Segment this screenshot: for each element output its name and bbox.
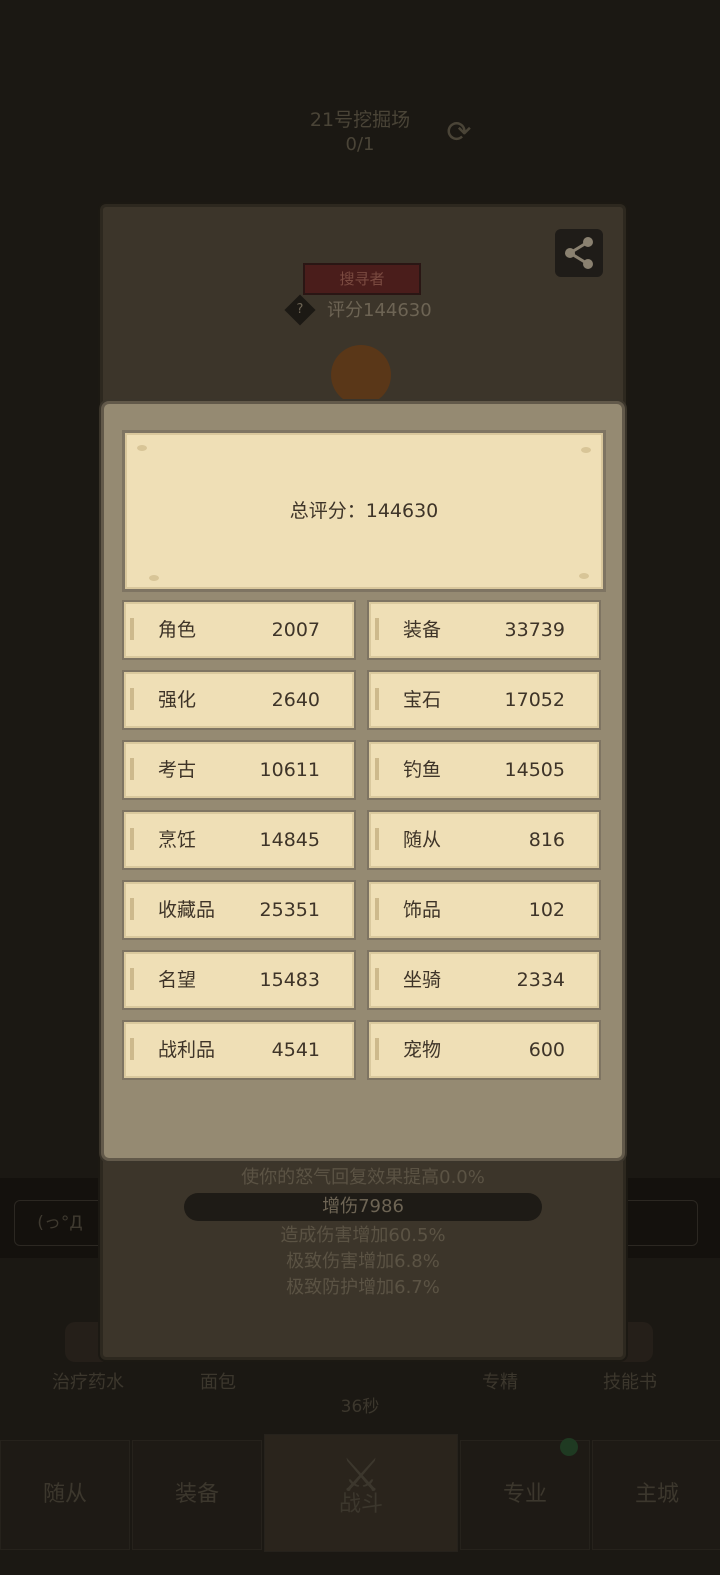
category-value: 816 bbox=[528, 829, 565, 851]
card-notch bbox=[375, 1038, 379, 1060]
category-value: 2640 bbox=[271, 689, 320, 711]
dig-site-progress: 0/1 bbox=[345, 134, 375, 155]
category-name: 宝石 bbox=[403, 689, 442, 711]
category-card: 角色 2007 bbox=[122, 600, 356, 660]
category-value: 14845 bbox=[259, 829, 320, 851]
card-notch bbox=[375, 828, 379, 850]
card-notch bbox=[130, 758, 134, 780]
category-card: 宠物 600 bbox=[367, 1020, 601, 1080]
category-name: 装备 bbox=[403, 619, 442, 641]
card-notch bbox=[130, 1038, 134, 1060]
category-name: 烹饪 bbox=[158, 829, 197, 851]
category-card: 考古 10611 bbox=[122, 740, 356, 800]
category-value: 33739 bbox=[504, 619, 565, 641]
card-notch bbox=[375, 688, 379, 710]
category-value: 600 bbox=[528, 1039, 565, 1061]
card-notch bbox=[130, 898, 134, 920]
category-name: 坐骑 bbox=[403, 969, 442, 991]
bonus-list: 使你的怒气回复效果提高0.0% 增伤7986 造成伤害增加60.5% 极致伤害增… bbox=[103, 1165, 623, 1301]
category-name: 饰品 bbox=[403, 899, 442, 921]
category-value: 4541 bbox=[271, 1039, 320, 1061]
tab-main-city[interactable]: 主城 bbox=[592, 1440, 720, 1550]
card-notch bbox=[375, 898, 379, 920]
category-card: 坐骑 2334 bbox=[367, 950, 601, 1010]
category-card: 钓鱼 14505 bbox=[367, 740, 601, 800]
category-value: 17052 bbox=[504, 689, 565, 711]
crossed-swords-icon: ⚔ bbox=[340, 1448, 382, 1502]
category-card: 收藏品 25351 bbox=[122, 880, 356, 940]
category-name: 收藏品 bbox=[158, 899, 216, 921]
consumable-label: 技能书 bbox=[603, 1372, 657, 1393]
category-name: 考古 bbox=[158, 759, 197, 781]
refresh-icon[interactable]: ⟳ bbox=[442, 116, 476, 150]
bonus-line: 极致伤害增加6.8% bbox=[286, 1251, 440, 1272]
category-name: 宠物 bbox=[403, 1039, 442, 1061]
category-name: 名望 bbox=[158, 969, 197, 991]
notification-dot bbox=[560, 1438, 578, 1456]
category-name: 战利品 bbox=[158, 1039, 216, 1061]
total-score-card: 总评分：144630 bbox=[122, 430, 606, 592]
category-value: 2334 bbox=[516, 969, 565, 991]
category-card: 强化 2640 bbox=[122, 670, 356, 730]
tab-battle[interactable]: ⚔ 战斗 bbox=[264, 1434, 458, 1552]
category-value: 2007 bbox=[271, 619, 320, 641]
category-name: 钓鱼 bbox=[403, 759, 442, 781]
card-notch bbox=[130, 618, 134, 640]
category-card: 宝石 17052 bbox=[367, 670, 601, 730]
category-value: 25351 bbox=[259, 899, 320, 921]
card-notch bbox=[375, 758, 379, 780]
dig-site-title: 21号挖掘场 bbox=[309, 109, 411, 131]
card-notch bbox=[130, 968, 134, 990]
share-button[interactable] bbox=[555, 229, 603, 277]
category-card: 战利品 4541 bbox=[122, 1020, 356, 1080]
total-score: 总评分：144630 bbox=[289, 500, 439, 522]
category-card: 烹饪 14845 bbox=[122, 810, 356, 870]
consumable-label: 专精 bbox=[482, 1372, 518, 1393]
category-value: 10611 bbox=[259, 759, 320, 781]
avatar bbox=[331, 345, 391, 405]
share-icon bbox=[565, 237, 593, 269]
category-value: 15483 bbox=[259, 969, 320, 991]
category-card: 名望 15483 bbox=[122, 950, 356, 1010]
question-diamond-icon[interactable]: ? bbox=[284, 294, 316, 326]
consumable-label: 面包 bbox=[200, 1372, 236, 1393]
bonus-line: 使你的怒气回复效果提高0.0% bbox=[241, 1167, 485, 1188]
card-notch bbox=[375, 618, 379, 640]
bonus-line: 极致防护增加6.7% bbox=[286, 1277, 440, 1298]
damage-bonus-bar: 增伤7986 bbox=[184, 1193, 542, 1221]
card-notch bbox=[130, 688, 134, 710]
tab-followers[interactable]: 随从 bbox=[0, 1440, 130, 1550]
score-breakdown-dialog: 总评分：144630 角色 2007 装备 33739 强化 2640 宝石 1… bbox=[101, 401, 625, 1161]
category-name: 角色 bbox=[158, 619, 197, 641]
battle-timer: 36秒 bbox=[340, 1397, 380, 1417]
bottom-nav: 随从 装备 ⚔ 战斗 专业 主城 bbox=[0, 1434, 720, 1558]
bonus-line: 造成伤害增加60.5% bbox=[280, 1225, 446, 1246]
category-card: 饰品 102 bbox=[367, 880, 601, 940]
consumable-label: 治疗药水 bbox=[52, 1372, 124, 1393]
card-notch bbox=[130, 828, 134, 850]
tab-profession[interactable]: 专业 bbox=[460, 1440, 590, 1550]
profile-score[interactable]: 评分144630 bbox=[327, 299, 432, 323]
role-badge: 搜寻者 bbox=[303, 263, 421, 295]
category-value: 14505 bbox=[504, 759, 565, 781]
card-notch bbox=[375, 968, 379, 990]
category-card: 随从 816 bbox=[367, 810, 601, 870]
category-value: 102 bbox=[528, 899, 565, 921]
category-name: 强化 bbox=[158, 689, 197, 711]
category-card: 装备 33739 bbox=[367, 600, 601, 660]
tab-equipment[interactable]: 装备 bbox=[132, 1440, 262, 1550]
category-name: 随从 bbox=[403, 829, 442, 851]
emote-button[interactable]: (っ°Д bbox=[14, 1200, 106, 1246]
